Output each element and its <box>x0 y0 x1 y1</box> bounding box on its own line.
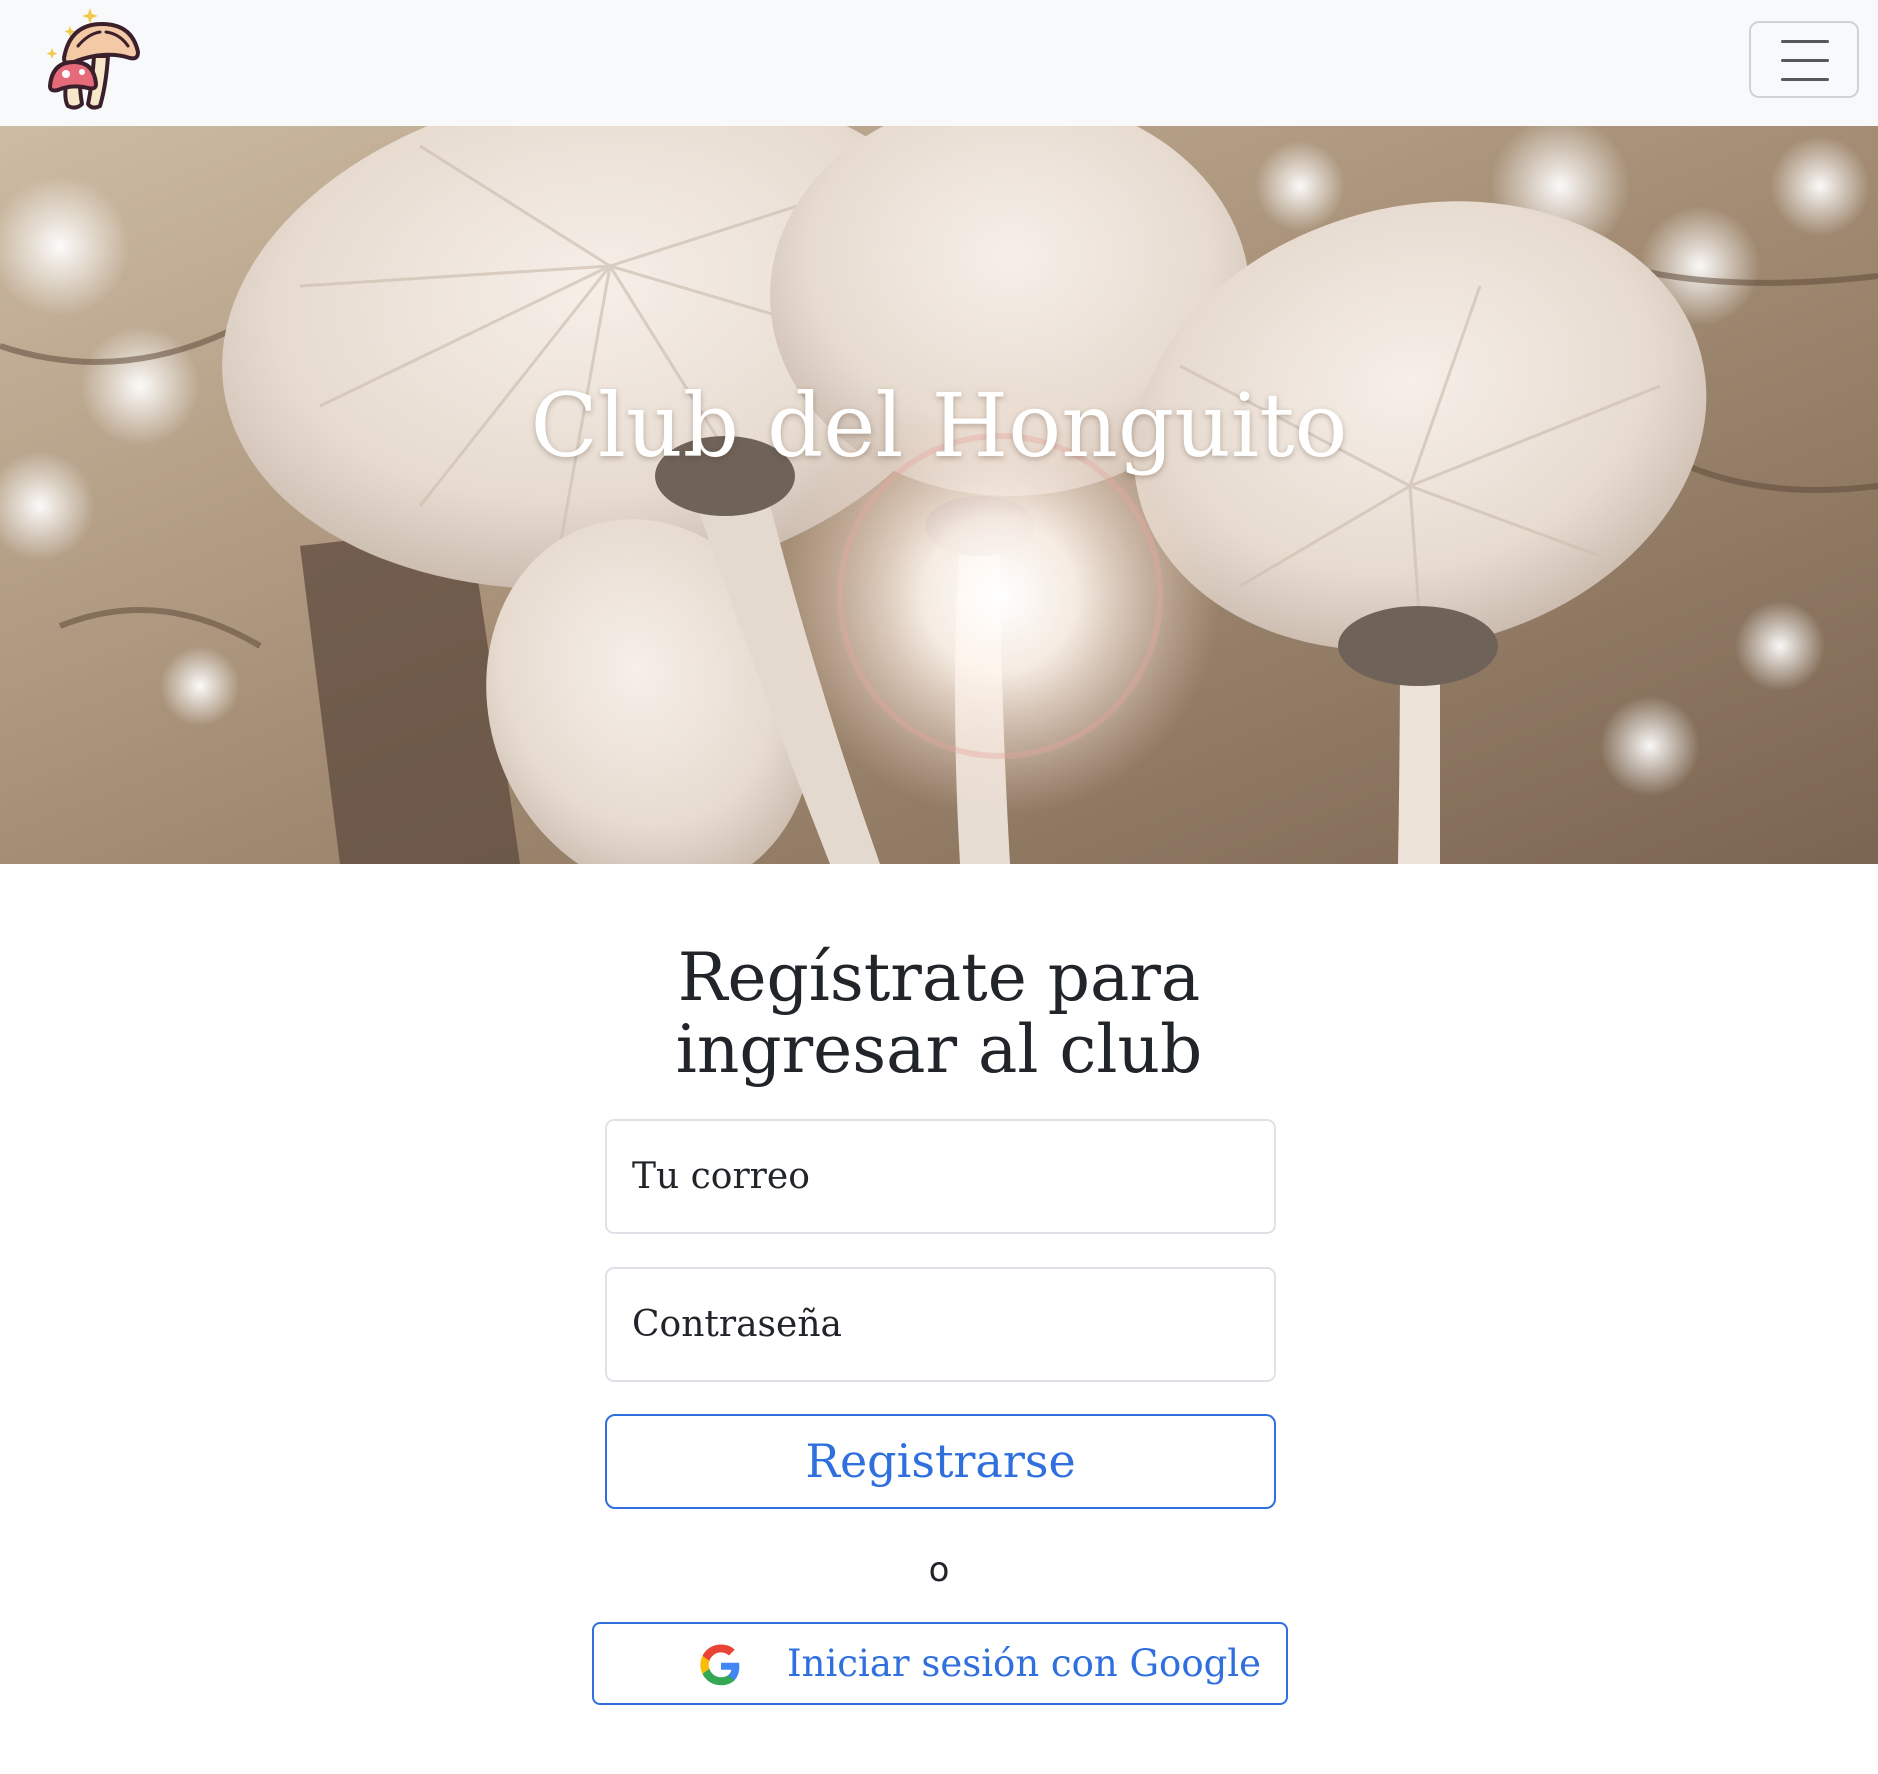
register-button[interactable]: Registrarse <box>605 1414 1276 1509</box>
mushroom-logo-icon[interactable] <box>44 6 164 118</box>
signup-heading-line-1: Regístrate para <box>677 939 1201 1016</box>
google-signin-label: Iniciar sesión con Google <box>787 1642 1262 1685</box>
hero-image <box>0 126 1878 864</box>
hero-banner: Club del Honguito <box>0 126 1878 864</box>
google-signin-button[interactable]: Iniciar sesión con Google <box>592 1622 1288 1705</box>
google-g-icon <box>700 1644 740 1686</box>
email-field[interactable] <box>605 1119 1276 1234</box>
or-separator: o <box>928 1550 950 1590</box>
signup-heading-line-2: ingresar al club <box>675 1011 1203 1088</box>
signup-heading: Regístrate para ingresar al club <box>0 942 1878 1086</box>
navbar <box>0 0 1878 126</box>
hero-title: Club del Honguito <box>530 374 1348 477</box>
password-field[interactable] <box>605 1267 1276 1382</box>
hamburger-menu-button[interactable] <box>1749 21 1859 98</box>
